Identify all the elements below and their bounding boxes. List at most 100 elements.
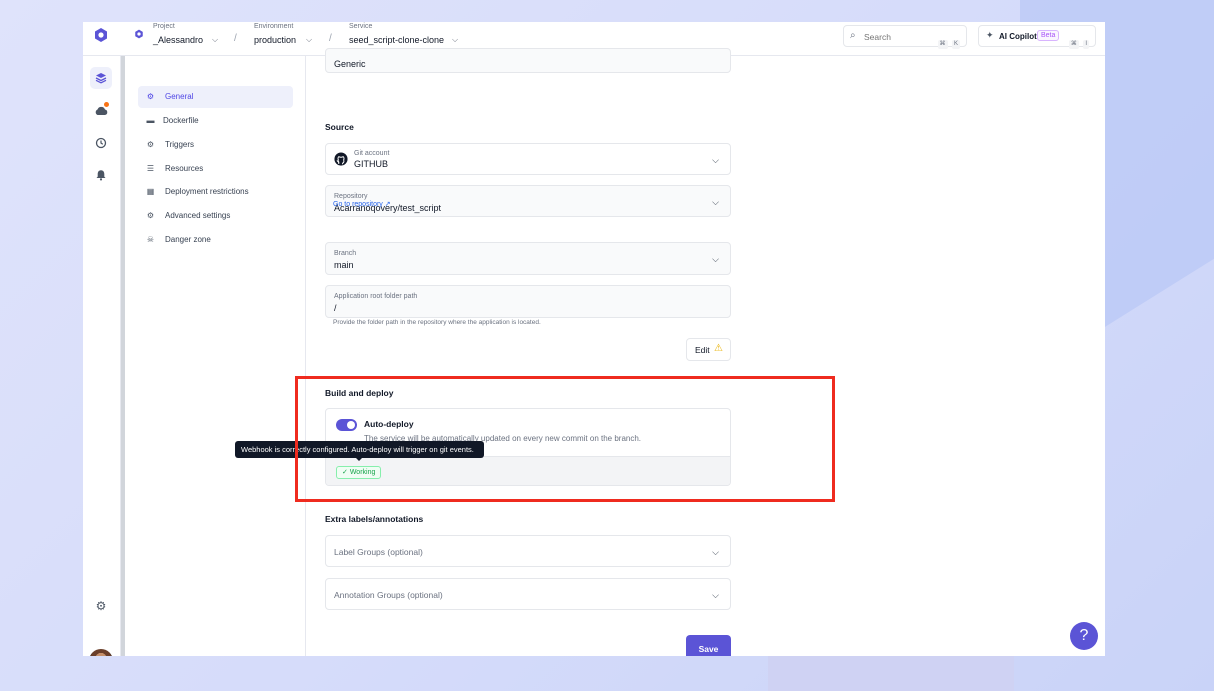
- chevron-down-icon: ⌵: [712, 254, 719, 264]
- chevron-down-icon: ⌵: [712, 590, 719, 600]
- status-badge[interactable]: ✓ Working: [336, 466, 382, 479]
- notification-dot: [104, 102, 109, 107]
- kbd-key: K: [951, 40, 960, 49]
- warning-icon: ⚠: [714, 343, 723, 354]
- avatar[interactable]: [89, 649, 113, 656]
- rail-notifications[interactable]: [90, 164, 112, 186]
- bell-icon: [96, 170, 106, 181]
- breadcrumb-separator: /: [329, 33, 332, 44]
- sidebar-item-deployment-restrictions[interactable]: ▦ Deployment restrictions: [138, 181, 293, 203]
- help-button[interactable]: ?: [1070, 622, 1098, 650]
- goto-repository-label: Go to repository: [333, 201, 383, 208]
- check-icon: ✓: [342, 469, 348, 476]
- status-badge-label: Working: [349, 469, 376, 476]
- section-title-source: Source: [325, 122, 354, 132]
- sidebar-item-label: Triggers: [165, 140, 195, 149]
- chevron-down-icon: ⌵: [712, 547, 719, 557]
- icon-rail: ⚙: [83, 56, 121, 656]
- skull-icon: ☠: [146, 235, 155, 244]
- environment-label: Environment: [254, 23, 294, 30]
- git-account-label: Git account: [354, 150, 390, 157]
- search-shortcut: ⌘ K: [937, 32, 960, 50]
- branch-select[interactable]: Branch main ⌵: [325, 242, 731, 275]
- qovery-logo-icon[interactable]: [93, 27, 109, 43]
- copilot-label: AI Copilot: [999, 32, 1037, 41]
- cogs-icon: ⚙: [146, 211, 155, 220]
- tooltip-text: Webhook is correctly configured. Auto-de…: [241, 445, 474, 454]
- sidebar-item-label: General: [165, 92, 194, 101]
- environment-value: production: [254, 35, 297, 45]
- sidebar-item-label: Danger zone: [165, 235, 211, 244]
- save-button[interactable]: Save: [686, 635, 731, 656]
- edit-label: Edit: [695, 345, 710, 355]
- toggle-knob: [347, 421, 355, 429]
- sidebar-item-danger-zone[interactable]: ☠ Danger zone: [138, 229, 293, 251]
- project-logo-icon: [135, 29, 143, 39]
- search-box[interactable]: ⌕ ⌘ K: [843, 25, 967, 50]
- search-input[interactable]: [864, 30, 934, 43]
- main-content: Generic Source Git account GITHUB ⌵ Repo…: [235, 48, 1105, 656]
- gear-icon: ⚙: [95, 599, 107, 613]
- sidebar-item-resources[interactable]: ☰ Resources: [138, 158, 293, 180]
- sidebar-item-label: Resources: [165, 164, 204, 173]
- file-icon: ▬: [146, 116, 155, 125]
- annotation-groups-select[interactable]: Annotation Groups (optional) ⌵: [325, 578, 731, 610]
- annotation-groups-placeholder: Annotation Groups (optional): [334, 590, 443, 600]
- breadcrumb-separator: /: [234, 33, 237, 44]
- build-mode-field[interactable]: Generic: [325, 48, 731, 73]
- chevron-down-icon: ⌵: [452, 35, 459, 44]
- layers-icon: [95, 73, 107, 84]
- build-mode-value: Generic: [334, 59, 366, 69]
- git-account-value: GITHUB: [354, 159, 389, 169]
- edit-button[interactable]: Edit ⚠: [686, 338, 731, 361]
- sidebar-item-triggers[interactable]: ⚙ Triggers: [138, 134, 293, 156]
- ai-copilot-button[interactable]: ✦ AI Copilot Beta ⌘ I: [978, 25, 1096, 50]
- sidebar-item-label: Deployment restrictions: [165, 187, 249, 196]
- restriction-icon: ▦: [146, 187, 155, 196]
- server-icon: ☰: [146, 164, 155, 173]
- root-path-label: Application root folder path: [334, 293, 418, 300]
- background-shape: [768, 655, 1014, 691]
- section-title-build-deploy: Build and deploy: [325, 388, 394, 398]
- history-icon: [95, 137, 107, 149]
- service-label: Service: [349, 23, 373, 30]
- kbd-key: I: [1083, 40, 1089, 49]
- sidebar-item-advanced-settings[interactable]: ⚙ Advanced settings: [138, 205, 293, 227]
- chevron-down-icon: ⌵: [712, 155, 719, 165]
- github-icon: [334, 152, 348, 166]
- root-path-hint: Provide the folder path in the repositor…: [333, 319, 541, 326]
- kbd-key: ⌘: [1068, 40, 1079, 49]
- goto-repository-link[interactable]: Go to repository ↗: [333, 200, 391, 208]
- sidebar-scrollbar[interactable]: [121, 56, 125, 656]
- git-account-select[interactable]: Git account GITHUB ⌵: [325, 143, 731, 175]
- sidebar-item-label: Dockerfile: [163, 116, 199, 125]
- auto-deploy-toggle[interactable]: [336, 419, 357, 431]
- repository-label: Repository: [334, 193, 368, 200]
- label-groups-placeholder: Label Groups (optional): [334, 547, 423, 557]
- sidebar-item-dockerfile[interactable]: ▬ Dockerfile: [138, 110, 293, 132]
- rail-history[interactable]: [90, 132, 112, 154]
- branch-label: Branch: [334, 250, 357, 257]
- branch-value: main: [334, 260, 354, 270]
- sidebar-item-label: Advanced settings: [165, 211, 231, 220]
- settings-sidebar: ⚙ General ▬ Dockerfile ⚙ Triggers ☰ Reso…: [121, 56, 306, 656]
- section-title-extra-labels: Extra labels/annotations: [325, 514, 424, 524]
- app-window: Project _Alessandro ⌵ / Environment prod…: [83, 22, 1105, 656]
- chevron-down-icon: ⌵: [306, 35, 313, 44]
- root-path-field[interactable]: Application root folder path /: [325, 285, 731, 318]
- service-value: seed_script-clone-clone: [349, 35, 445, 45]
- rail-services[interactable]: [90, 67, 112, 89]
- sidebar-item-general[interactable]: ⚙ General: [138, 86, 293, 108]
- project-label: Project: [153, 23, 175, 30]
- copilot-shortcut: ⌘ I: [1068, 32, 1089, 50]
- auto-deploy-title: Auto-deploy: [364, 419, 414, 429]
- rail-settings[interactable]: ⚙: [90, 595, 112, 617]
- rail-deployments[interactable]: [90, 100, 112, 122]
- root-path-value: /: [334, 303, 337, 313]
- project-value: _Alessandro: [153, 35, 204, 45]
- label-groups-select[interactable]: Label Groups (optional) ⌵: [325, 535, 731, 567]
- search-icon: ⌕: [850, 30, 856, 41]
- kbd-key: ⌘: [937, 40, 948, 49]
- sparkle-icon: ✦: [986, 30, 994, 40]
- gear-icon: ⚙: [146, 92, 155, 101]
